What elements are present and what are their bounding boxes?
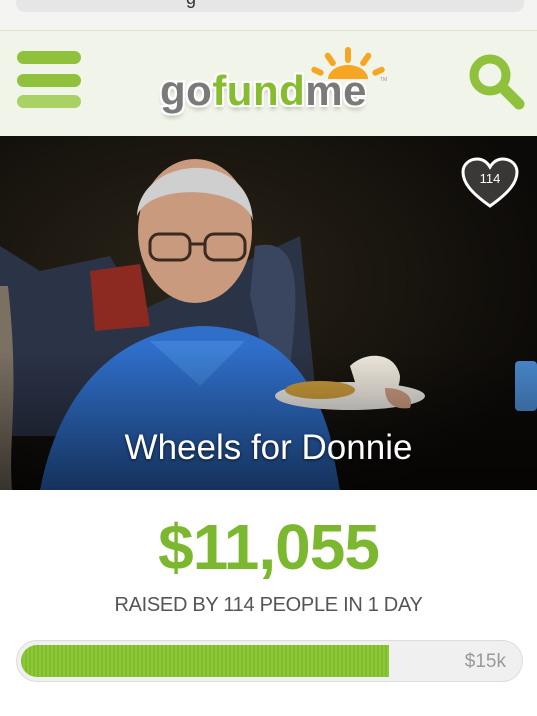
brand-fund: fund [212,67,306,114]
menu-button[interactable] [17,51,81,109]
search-icon [469,54,525,110]
brand-wordmark: gofundme [160,67,367,115]
hamburger-bar [17,74,81,87]
hamburger-menu-icon [17,51,81,64]
raised-summary: RAISED BY 114 PEOPLE IN 1 DAY [114,594,423,616]
funding-progress-bar: $15k [16,640,523,682]
browser-url-bar[interactable] [16,0,524,12]
heart-count: 114 [479,171,501,186]
goal-amount: $15k [464,651,506,672]
brand-go: go [160,67,213,114]
url-text: g [186,0,196,9]
favorite-button[interactable]: 114 [460,156,520,210]
progress-fill [21,645,389,677]
site-header: TM gofundme [0,30,537,137]
campaign-hero-image: 114 Wheels for Donnie [0,136,537,490]
campaign-title: Wheels for Donnie [124,428,413,467]
raised-amount: $11,055 [158,511,380,583]
browser-url-strip: g [0,0,537,30]
trademark: TM [380,77,387,83]
search-button[interactable] [466,51,526,111]
brand-me: me [305,67,367,114]
gofundme-logo[interactable]: TM gofundme [160,45,390,125]
hamburger-bar [17,95,81,108]
